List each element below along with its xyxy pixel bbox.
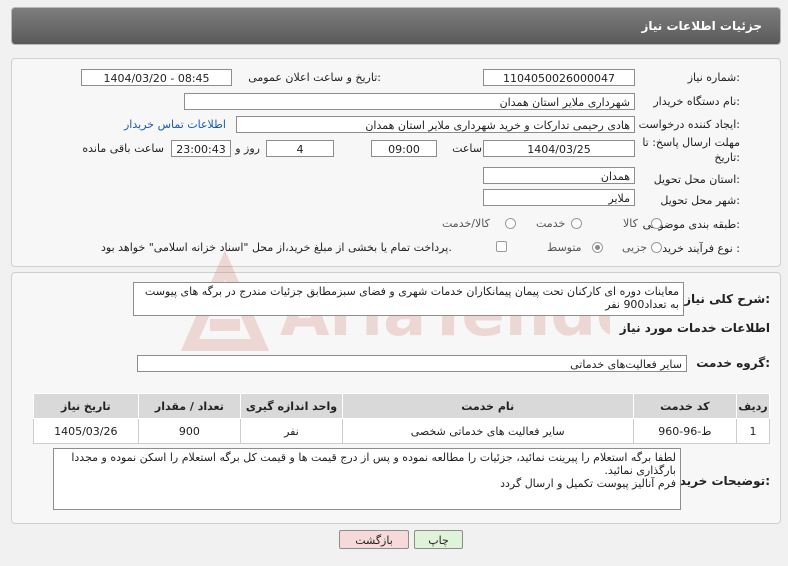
services-table: تاریخ نیاز تعداد / مقدار واحد اندازه گیر… bbox=[33, 393, 771, 444]
deadline-label: مهلت ارسال پاسخ: تا bbox=[642, 136, 740, 149]
process-option-medium: متوسط bbox=[547, 241, 582, 254]
announce-datetime-field: 1404/03/20 - 08:45 bbox=[81, 69, 232, 86]
process-radio-medium[interactable] bbox=[592, 242, 603, 253]
summary-label: شرح کلی نیاز: bbox=[684, 292, 770, 306]
city-label: شهر محل تحویل: bbox=[660, 194, 740, 207]
days-field: 4 bbox=[266, 140, 334, 157]
category-radio-goods-service[interactable] bbox=[505, 218, 516, 229]
category-option-service: خدمت bbox=[536, 217, 566, 230]
page-title: جزئیات اطلاعات نیاز bbox=[641, 19, 762, 33]
col-need-date: تاریخ نیاز bbox=[33, 393, 139, 419]
category-option-goods: کالا bbox=[623, 217, 638, 230]
buyer-org-field: شهرداری ملایر استان همدان bbox=[184, 93, 635, 110]
city-field: ملایر bbox=[483, 189, 635, 206]
creator-label: ایجاد کننده درخواست: bbox=[638, 118, 740, 131]
need-info-panel bbox=[11, 58, 781, 267]
need-number-label: شماره نیاز: bbox=[687, 71, 740, 84]
province-field: همدان bbox=[483, 167, 635, 184]
cell-quantity: 900 bbox=[137, 418, 242, 444]
announce-label: تاریخ و ساعت اعلان عمومی: bbox=[248, 71, 381, 84]
cell-unit: نفر bbox=[240, 418, 343, 444]
col-row-number: ردیف bbox=[735, 393, 771, 419]
process-option-minor: جزیی bbox=[622, 241, 648, 254]
page-header: جزئیات اطلاعات نیاز bbox=[11, 7, 781, 45]
cell-service-code: ط-96-960 bbox=[632, 418, 737, 444]
payment-note: پرداخت تمام یا بخشی از مبلغ خرید،از محل … bbox=[101, 241, 452, 254]
buyer-notes-line: لطفا برگه استعلام را پیرینت نمائید، جزئی… bbox=[71, 451, 676, 477]
col-service-code: کد خدمت bbox=[632, 393, 737, 419]
service-group-label: گروه خدمت: bbox=[696, 356, 770, 370]
buyer-notes-label: توضیحات خریدار: bbox=[668, 474, 770, 488]
category-radio-service[interactable] bbox=[571, 218, 582, 229]
back-button[interactable]: بازگشت bbox=[339, 530, 409, 549]
treasury-checkbox[interactable] bbox=[496, 241, 507, 252]
table-row: 1405/03/26 900 نفر سایر فعالیت های خدمات… bbox=[33, 418, 771, 444]
process-type-label: نوع فرآیند خرید : bbox=[662, 242, 740, 255]
need-number-field: 1104050026000047 bbox=[483, 69, 635, 86]
hour-label: ساعت bbox=[452, 142, 482, 155]
buyer-org-label: نام دستگاه خریدار: bbox=[653, 95, 740, 108]
print-button[interactable]: چاپ bbox=[414, 530, 463, 549]
province-label: استان محل تحویل: bbox=[653, 173, 740, 186]
deadline-date-label: تاریخ: bbox=[714, 151, 740, 164]
category-option-goods-service: کالا/خدمت bbox=[442, 217, 490, 230]
buyer-notes-textarea: لطفا برگه استعلام را پیرینت نمائید، جزئی… bbox=[53, 448, 681, 510]
process-radio-minor[interactable] bbox=[651, 242, 662, 253]
creator-field: هادی رحیمی تدارکات و خرید شهرداری ملایر … bbox=[236, 116, 635, 133]
cell-row-number: 1 bbox=[735, 418, 771, 444]
services-section-title: اطلاعات خدمات مورد نیاز bbox=[619, 321, 770, 335]
remaining-time-field: 23:00:43 bbox=[171, 140, 231, 157]
deadline-date-field: 1404/03/25 bbox=[483, 140, 635, 157]
cell-need-date: 1405/03/26 bbox=[33, 418, 139, 444]
col-quantity: تعداد / مقدار bbox=[137, 393, 242, 419]
category-radio-goods[interactable] bbox=[651, 218, 662, 229]
service-group-field: سایر فعالیت‌های خدماتی bbox=[137, 355, 687, 372]
cell-service-name: سایر فعالیت های خدماتی شخصی bbox=[341, 418, 634, 444]
deadline-time-field: 09:00 bbox=[371, 140, 437, 157]
summary-textarea: معاینات دوره ای کارکنان تحت پیمان پیمانک… bbox=[133, 282, 684, 316]
col-service-name: نام خدمت bbox=[341, 393, 634, 419]
services-table-header: تاریخ نیاز تعداد / مقدار واحد اندازه گیر… bbox=[33, 393, 771, 419]
col-unit: واحد اندازه گیری bbox=[240, 393, 343, 419]
buyer-contact-link[interactable]: اطلاعات تماس خریدار bbox=[124, 118, 226, 131]
days-label: روز و bbox=[235, 142, 260, 155]
remaining-label: ساعت باقی مانده bbox=[82, 142, 164, 155]
buyer-notes-line: فرم آنالیز پیوست تکمیل و ارسال گردد bbox=[500, 477, 676, 490]
